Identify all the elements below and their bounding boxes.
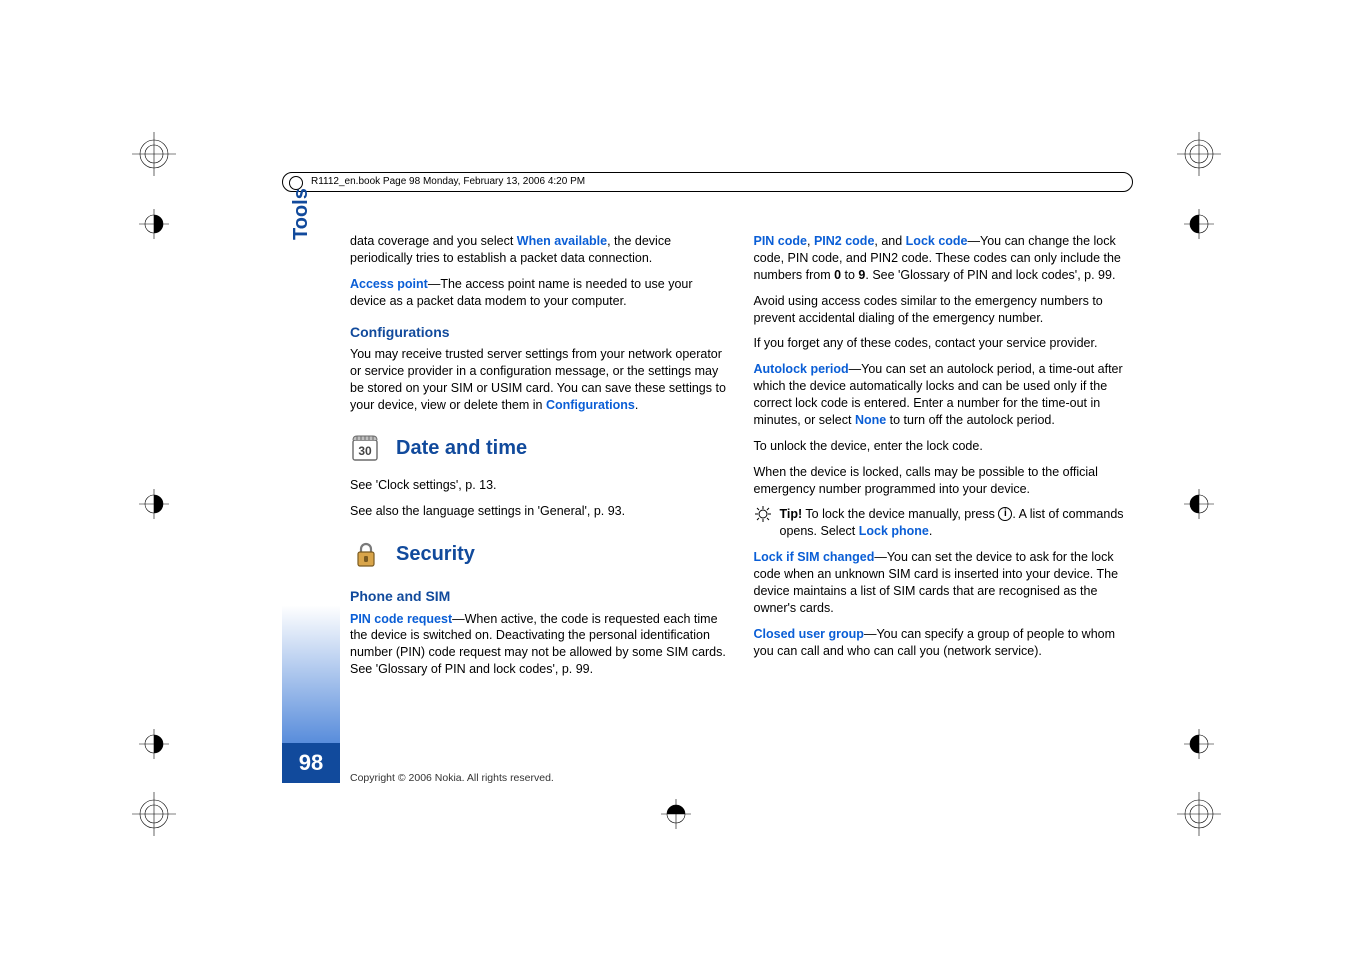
heading-row-security: Security — [350, 539, 730, 571]
heading-security: Security — [396, 541, 475, 568]
registration-mark-icon — [130, 790, 178, 838]
page-header-bar: R1112_en.book Page 98 Monday, February 1… — [282, 172, 1133, 192]
link-lock-code: Lock code — [906, 234, 968, 248]
link-autolock-period: Autolock period — [754, 362, 849, 376]
paragraph: You may receive trusted server settings … — [350, 346, 730, 414]
heading-phone-sim: Phone and SIM — [350, 587, 730, 606]
main-content: data coverage and you select When availa… — [350, 233, 1133, 774]
registration-mark-icon — [130, 130, 178, 178]
paragraph: Lock if SIM changed—You can set the devi… — [754, 549, 1134, 617]
heading-configurations: Configurations — [350, 323, 730, 342]
link-none: None — [855, 413, 886, 427]
document-page: R1112_en.book Page 98 Monday, February 1… — [0, 0, 1351, 954]
tip-icon — [754, 506, 772, 540]
paragraph: See also the language settings in 'Gener… — [350, 503, 730, 520]
tip-text: Tip! To lock the device manually, press … — [780, 506, 1134, 540]
paragraph: When the device is locked, calls may be … — [754, 464, 1134, 498]
paragraph: Closed user group—You can specify a grou… — [754, 626, 1134, 660]
link-lock-if-sim-changed: Lock if SIM changed — [754, 550, 875, 564]
link-configurations: Configurations — [546, 398, 635, 412]
paragraph: See 'Clock settings', p. 13. — [350, 477, 730, 494]
paragraph: Access point—The access point name is ne… — [350, 276, 730, 310]
crop-mark-icon — [652, 790, 700, 838]
copyright-footer: Copyright © 2006 Nokia. All rights reser… — [350, 772, 554, 784]
power-key-icon — [998, 507, 1012, 521]
svg-text:30: 30 — [358, 444, 372, 458]
link-access-point: Access point — [350, 277, 428, 291]
crop-mark-icon — [1175, 200, 1223, 248]
crop-mark-icon — [1175, 480, 1223, 528]
paragraph: To unlock the device, enter the lock cod… — [754, 438, 1134, 455]
paragraph: Avoid using access codes similar to the … — [754, 293, 1134, 327]
tip-block: Tip! To lock the device manually, press … — [754, 506, 1134, 540]
crop-mark-icon — [130, 200, 178, 248]
left-column: data coverage and you select When availa… — [350, 233, 730, 774]
link-lock-phone: Lock phone — [859, 524, 929, 538]
paragraph: PIN code, PIN2 code, and Lock code—You c… — [754, 233, 1134, 284]
link-pin-code-request: PIN code request — [350, 612, 452, 626]
heading-row-date-time: 30 Date and time — [350, 433, 730, 465]
lock-icon — [350, 539, 382, 571]
crop-mark-icon — [1175, 720, 1223, 768]
section-label: Tools — [290, 188, 313, 240]
link-when-available: When available — [517, 234, 607, 248]
link-closed-user-group: Closed user group — [754, 627, 864, 641]
heading-date-time: Date and time — [396, 435, 527, 462]
link-pin-code: PIN code — [754, 234, 808, 248]
paragraph: data coverage and you select When availa… — [350, 233, 730, 267]
registration-mark-icon — [1175, 130, 1223, 178]
link-pin2-code: PIN2 code — [814, 234, 874, 248]
paragraph: PIN code request—When active, the code i… — [350, 611, 730, 679]
page-number: 98 — [282, 743, 340, 783]
header-text: R1112_en.book Page 98 Monday, February 1… — [311, 176, 585, 187]
crop-mark-icon — [130, 480, 178, 528]
paragraph: If you forget any of these codes, contac… — [754, 335, 1134, 352]
registration-mark-icon — [1175, 790, 1223, 838]
crop-mark-icon — [130, 720, 178, 768]
paragraph: Autolock period—You can set an autolock … — [754, 361, 1134, 429]
calendar-icon: 30 — [350, 433, 382, 465]
sidebar: Tools 98 — [282, 200, 340, 779]
right-column: PIN code, PIN2 code, and Lock code—You c… — [754, 233, 1134, 774]
